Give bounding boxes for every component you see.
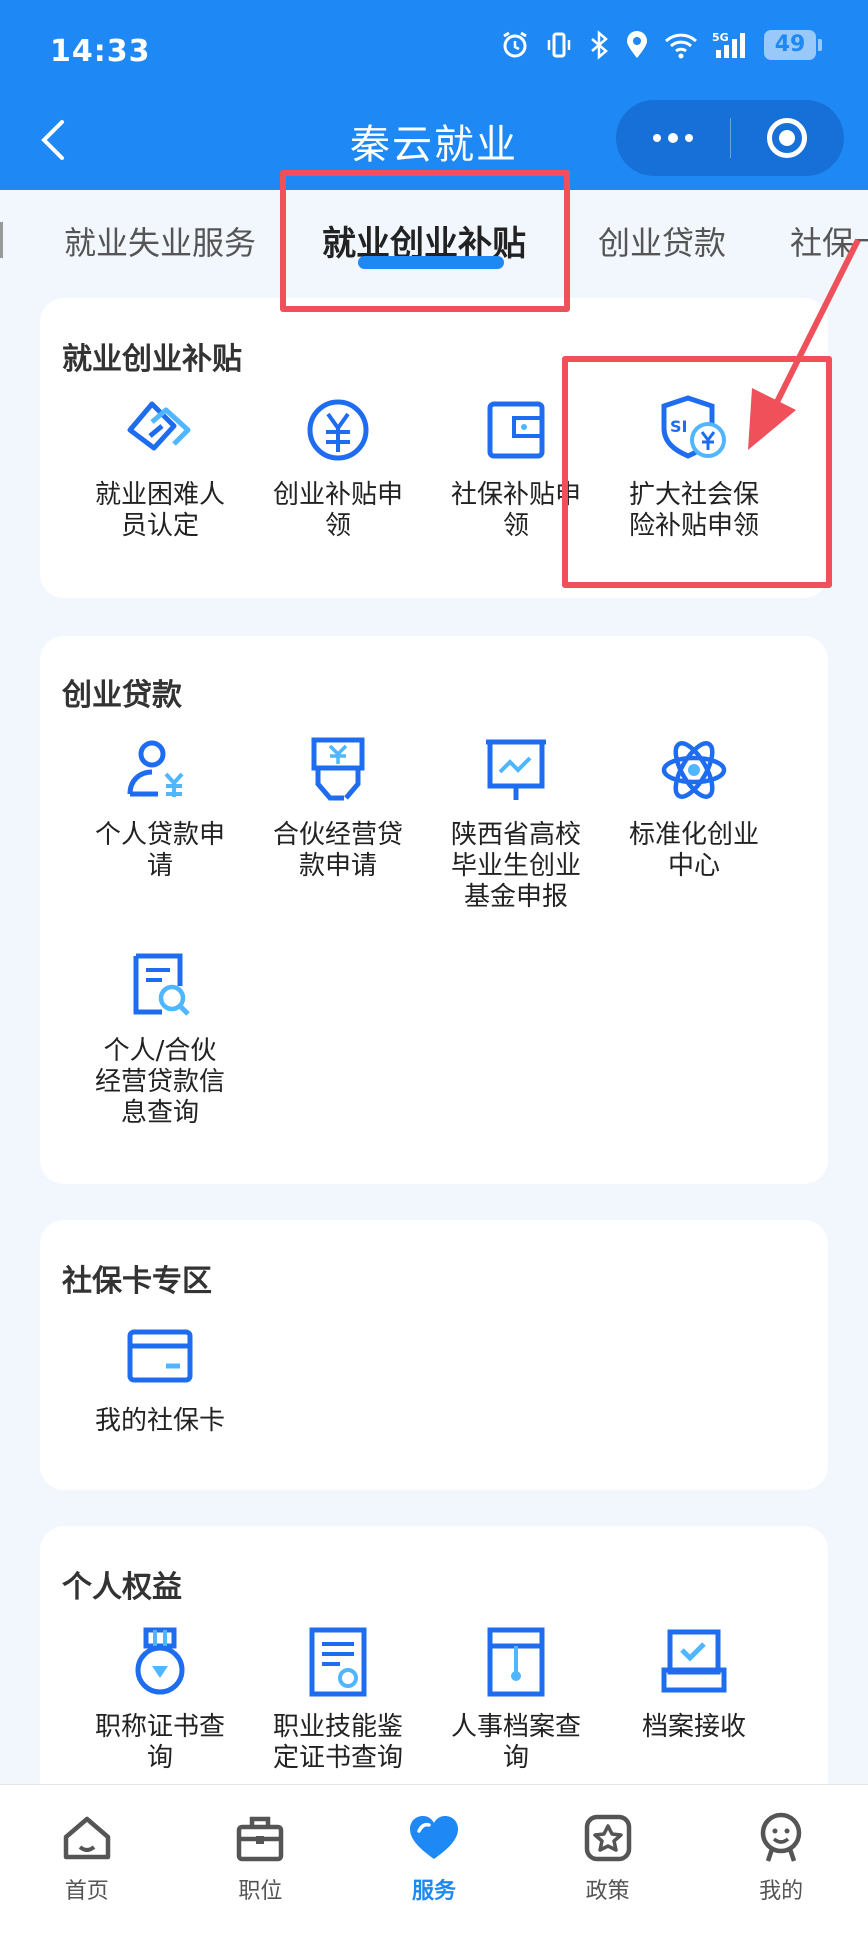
service-item[interactable]: 个人贷款申请: [72, 732, 248, 882]
nav-label: 服务: [411, 1879, 456, 1904]
service-label: 我的社保卡: [94, 1406, 225, 1436]
service-item[interactable]: 人事档案查询: [428, 1624, 604, 1774]
service-label: 职业技能鉴定证书查询: [272, 1712, 403, 1773]
service-label: 个人贷款申请: [94, 820, 225, 881]
service-item[interactable]: 档案接收: [606, 1624, 782, 1743]
person-yuan-icon: [127, 740, 184, 797]
hand-yuan-icon: [311, 737, 365, 801]
service-label: 就业困难人员认定: [94, 480, 225, 541]
briefcase-icon: [237, 1816, 284, 1862]
service-label: 个人/合伙经营贷款信息查询: [94, 1036, 225, 1128]
service-item[interactable]: 我的社保卡: [72, 1318, 248, 1437]
archive-folder-icon: [487, 1627, 545, 1697]
service-item[interactable]: 合伙经营贷款申请: [250, 732, 426, 882]
presentation-chart-icon: [486, 739, 546, 800]
section-title: 个人权益: [62, 1570, 182, 1605]
nav-label: 职位: [238, 1879, 283, 1904]
certificate-icon: [309, 1627, 367, 1697]
home-icon: [63, 1816, 111, 1860]
star-badge-icon: [584, 1814, 631, 1862]
nav-jobs[interactable]: 职位: [174, 1785, 348, 1934]
nav-home[interactable]: 首页: [0, 1785, 174, 1934]
service-item[interactable]: 标准化创业中心: [606, 732, 782, 882]
nav-policy[interactable]: 政策: [521, 1785, 695, 1934]
document-search-icon: [133, 953, 190, 1016]
heart-icon: [409, 1816, 458, 1859]
service-label: 人事档案查询: [450, 1712, 581, 1773]
service-item[interactable]: 职称证书查询: [72, 1624, 248, 1774]
nav-mine[interactable]: 我的: [694, 1785, 868, 1934]
service-label: 合伙经营贷款申请: [272, 820, 403, 881]
medal-icon: [135, 1627, 185, 1695]
red-arrow-annotation: [748, 238, 861, 450]
profile-face-icon: [760, 1812, 802, 1862]
nav-services[interactable]: 服务: [347, 1785, 521, 1934]
service-item[interactable]: 陕西省高校毕业生创业基金申报: [428, 732, 604, 913]
service-label: 职称证书查询: [94, 1712, 225, 1773]
section-title: 创业贷款: [62, 678, 182, 713]
nav-label: 政策: [585, 1879, 630, 1904]
atom-icon: [661, 741, 727, 799]
archive-box-icon: [661, 1629, 727, 1693]
service-label: 档案接收: [641, 1712, 746, 1742]
service-label: 标准化创业中心: [628, 820, 759, 881]
section-title: 社保卡专区: [62, 1264, 212, 1299]
nav-label: 我的: [759, 1879, 804, 1904]
service-item[interactable]: 个人/合伙经营贷款信息查询: [72, 948, 248, 1129]
service-item[interactable]: 职业技能鉴定证书查询: [250, 1624, 426, 1774]
service-label: 陕西省高校毕业生创业基金申报: [450, 820, 581, 912]
card-icon: [127, 1329, 193, 1383]
nav-label: 首页: [64, 1879, 109, 1904]
bottom-navigation: 首页 职位 服务 政策 我的: [0, 1784, 868, 1934]
service-label: 创业补贴申领: [272, 480, 403, 541]
